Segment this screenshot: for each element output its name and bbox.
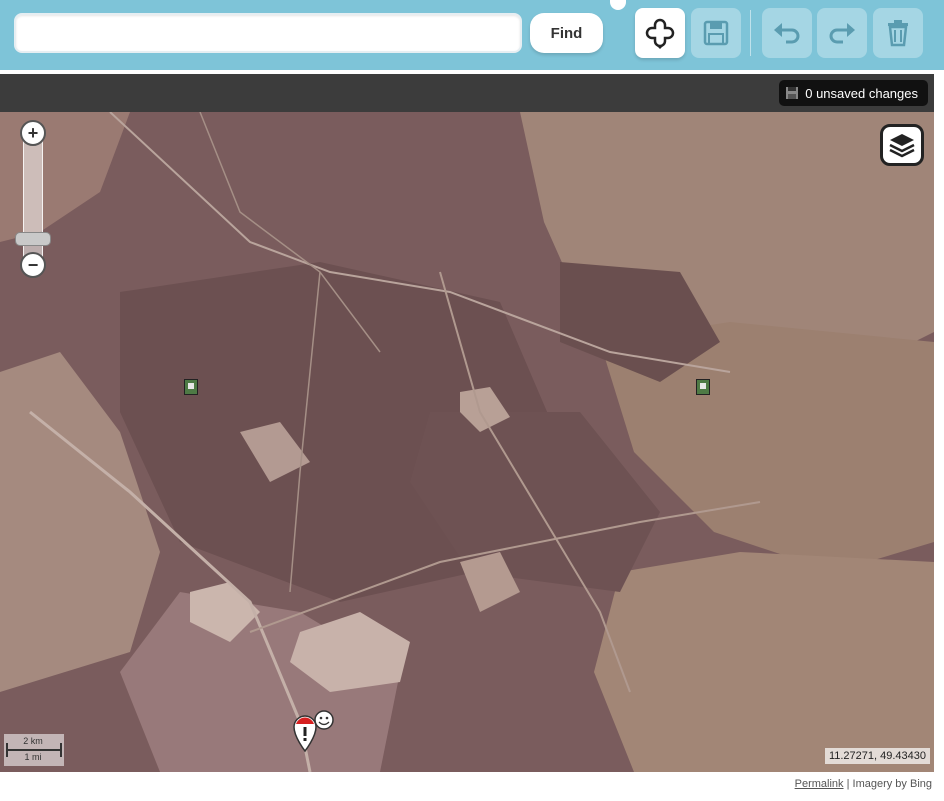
zoom-in-button[interactable]: + [20,120,46,146]
photo-marker[interactable] [184,379,198,395]
satellite-imagery [0,112,934,772]
redo-button[interactable] [817,8,867,58]
scale-mi-label: 1 mi [24,752,42,762]
save-icon [786,87,799,99]
trash-icon [888,20,908,47]
save-icon [703,20,729,46]
map-canvas[interactable]: + − 2 km 1 mi 11.27271, 49.43430 [0,112,934,772]
scale-line [6,749,62,751]
footer-separator: | [846,778,850,790]
zoom-control: + − [15,120,51,278]
add-feature-button[interactable] [635,8,685,58]
undo-button[interactable] [762,8,812,58]
toolbar-divider [750,10,751,56]
unsaved-changes-text: 0 unsaved changes [805,85,918,101]
undo-icon [774,23,800,44]
coordinates-readout: 11.27271, 49.43430 [824,748,930,764]
delete-button[interactable] [873,8,923,58]
footer: Permalink | Imagery by Bing [0,772,944,801]
save-button[interactable] [691,8,741,58]
photo-marker[interactable] [696,379,710,395]
find-button[interactable]: Find [530,13,603,53]
add-feature-icon [645,18,675,49]
scale-bar: 2 km 1 mi [4,734,64,766]
top-toolbar: Find [0,0,944,70]
toolbar-notch [610,0,626,10]
attribution: Permalink | Imagery by Bing [795,778,932,790]
redo-icon [829,23,855,44]
search-input[interactable] [14,13,522,53]
zoom-slider-thumb[interactable] [15,232,51,246]
imagery-credit: Imagery by Bing [852,778,932,790]
layers-button[interactable] [880,124,924,166]
scale-km-label: 2 km [23,736,43,746]
layers-icon [889,134,915,158]
page-edge [934,74,944,774]
permalink-link[interactable]: Permalink [795,778,844,790]
zoom-out-button[interactable]: − [20,252,46,278]
status-bar: 0 unsaved changes [0,74,934,112]
note-marker[interactable] [292,710,336,758]
unsaved-changes-indicator[interactable]: 0 unsaved changes [779,80,928,106]
